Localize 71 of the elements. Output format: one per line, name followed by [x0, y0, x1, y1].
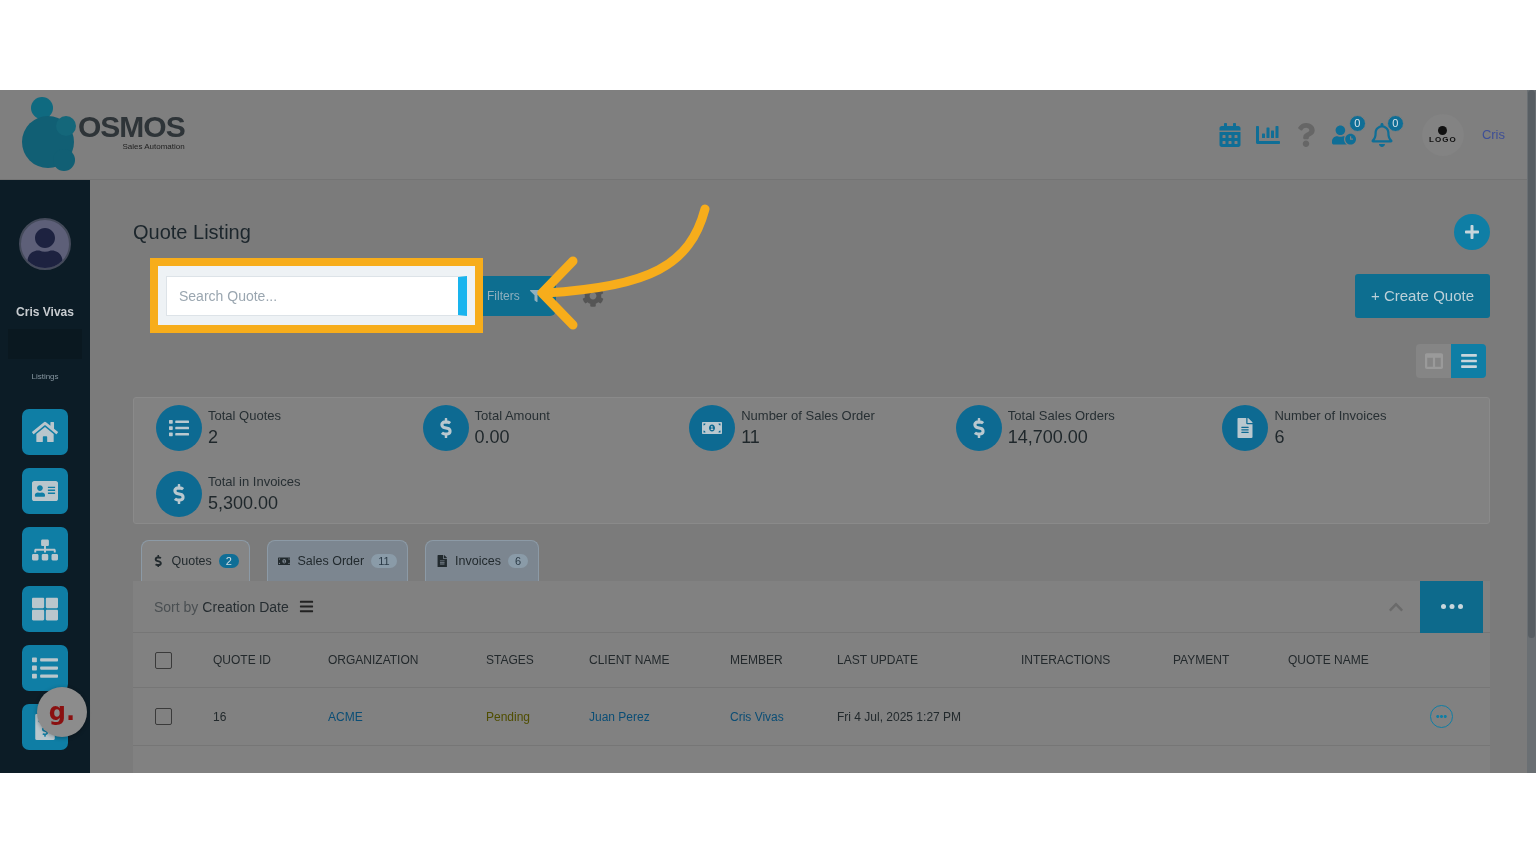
sidebar-item[interactable]: [22, 527, 68, 573]
column-header: INTERACTIONS: [1021, 653, 1112, 667]
section-label: Listings: [31, 372, 59, 381]
plus-icon: [1464, 224, 1480, 240]
checkbox[interactable]: [155, 651, 172, 669]
sidebar-user-name: Cris Vivas: [16, 305, 74, 319]
stat-icon: [156, 405, 202, 451]
stat-icon: [689, 405, 736, 451]
home-icon: [32, 419, 58, 445]
logo-tagline: Sales Automation: [122, 142, 185, 151]
column-header: PAYMENT: [1173, 653, 1231, 667]
org-chart-icon: [32, 537, 58, 563]
add-button[interactable]: [1454, 214, 1490, 250]
stat-label: Number of Sales Order: [741, 408, 875, 423]
user-name[interactable]: Cris: [1481, 127, 1505, 142]
stat-label: Total Amount: [474, 408, 550, 423]
grid-icon: [32, 596, 58, 622]
contact-card-icon: [32, 478, 58, 504]
table-cell-text: 16: [213, 709, 228, 724]
checkbox[interactable]: [155, 708, 172, 725]
table-cell[interactable]: Juan Perez: [589, 709, 730, 724]
stat-value: 14,700.00: [1007, 427, 1089, 448]
avatar: [19, 218, 71, 270]
tab[interactable]: Quotes 2: [141, 540, 250, 581]
list-view-button[interactable]: [1451, 344, 1486, 378]
sidebar-item[interactable]: [22, 645, 68, 691]
stat-icon: [955, 405, 1002, 451]
column-header: CLIENT NAME: [589, 653, 671, 667]
sidebar-item[interactable]: [22, 586, 68, 632]
stat-value: 2: [208, 427, 219, 448]
count-badge: 0: [1386, 114, 1404, 132]
stat-label: Number of Invoices: [1274, 408, 1387, 423]
stat-label: Total in Invoices: [208, 474, 301, 489]
page-title: Quote Listing: [133, 220, 251, 244]
column-header: MEMBER: [730, 653, 784, 667]
stat-icon: [156, 471, 202, 517]
stat-icon: [1222, 405, 1269, 451]
table-cell[interactable]: Pending: [486, 709, 589, 724]
tab[interactable]: Sales Order 11: [266, 540, 408, 581]
sidebar-item[interactable]: [22, 409, 68, 455]
column-header: STAGES: [486, 653, 535, 667]
stat-icon: [422, 405, 469, 451]
table-cell[interactable]: ACME: [328, 709, 486, 724]
column-header: QUOTE ID: [213, 653, 272, 667]
column-header: LAST UPDATE: [837, 653, 919, 667]
column-header: ORGANIZATION: [328, 653, 420, 667]
stat-value: 0.00: [474, 427, 511, 448]
dollar-icon: [152, 554, 165, 568]
floating-badge[interactable]: g.: [37, 687, 87, 737]
create-quote-button[interactable]: + Create Quote: [1355, 273, 1490, 318]
count-badge: 0: [1348, 114, 1366, 132]
stat-value: 11: [741, 427, 761, 448]
ellipsis-icon: [1440, 604, 1463, 609]
logo-name: OSMOS: [78, 112, 185, 142]
list-icon: [1459, 352, 1478, 370]
stat-value: 5,300.00: [208, 493, 280, 514]
sort-icon[interactable]: [298, 599, 314, 614]
stat-value: 6: [1274, 427, 1286, 448]
table-cell-text: Fri 4 Jul, 2025 1:27 PM: [837, 709, 963, 724]
table-cell[interactable]: Cris Vivas: [730, 709, 837, 724]
sort-field[interactable]: Creation Date: [202, 598, 289, 615]
document-icon: [435, 554, 449, 568]
search-field[interactable]: Search Quote...: [166, 275, 467, 316]
tab[interactable]: Invoices 6: [424, 540, 540, 581]
list-icon: [32, 655, 58, 681]
scrollbar[interactable]: [1528, 90, 1535, 638]
column-header: QUOTE NAME: [1288, 653, 1370, 667]
sidebar-item[interactable]: [22, 468, 68, 514]
stat-label: Total Sales Orders: [1007, 408, 1115, 423]
stat-label: Total Quotes: [208, 408, 281, 423]
company-logo[interactable]: LOGO: [1421, 113, 1464, 156]
